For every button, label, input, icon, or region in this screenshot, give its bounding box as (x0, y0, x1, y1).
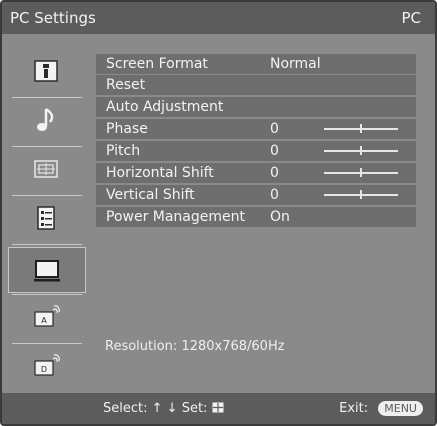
phase-slider[interactable] (324, 124, 398, 133)
sidebar-item-pc[interactable] (8, 247, 86, 293)
setting-row-power-management[interactable]: Power Management On (96, 207, 416, 227)
horizontal-shift-slider[interactable] (324, 168, 398, 177)
sidebar-divider (12, 294, 82, 295)
header-bar: PC Settings PC (2, 2, 435, 34)
svg-text:A: A (41, 316, 47, 325)
screen-adjust-icon (34, 160, 58, 178)
setting-value: On (270, 209, 290, 225)
slider-knob[interactable] (360, 190, 362, 199)
up-down-arrows-icon: ↑ ↓ (151, 401, 178, 416)
setting-row-phase[interactable]: Phase 0 (96, 119, 416, 139)
slider-knob[interactable] (360, 168, 362, 177)
pitch-slider[interactable] (324, 146, 398, 155)
sidebar-divider (12, 195, 82, 196)
footer-bar: Select: ↑ ↓ Set: Exit: MENU (2, 393, 435, 424)
sidebar-divider (12, 244, 82, 245)
sidebar-divider (12, 146, 82, 147)
slider-knob[interactable] (360, 146, 362, 155)
setting-value: 0 (270, 187, 279, 203)
list-settings-icon (37, 206, 55, 230)
sidebar-item-analog[interactable]: A (8, 296, 86, 338)
sidebar-divider (12, 343, 82, 344)
input-source-label: PC (401, 9, 421, 27)
music-note-icon (37, 107, 54, 131)
setting-label: Pitch (106, 143, 141, 159)
setting-label: Vertical Shift (106, 187, 195, 203)
page-title: PC Settings (10, 9, 96, 27)
setting-value: 0 (270, 143, 279, 159)
svg-text:D: D (41, 365, 47, 374)
vertical-shift-slider[interactable] (324, 190, 398, 199)
setting-value: Normal (270, 56, 321, 72)
sidebar-item-setup[interactable] (8, 197, 86, 239)
setting-row-auto-adjustment[interactable]: Auto Adjustment (96, 97, 416, 117)
setting-value: 0 (270, 165, 279, 181)
enter-button-icon (212, 402, 224, 413)
analog-antenna-icon: A (34, 305, 60, 327)
setting-row-horizontal-shift[interactable]: Horizontal Shift 0 (96, 163, 416, 183)
setting-label: Horizontal Shift (106, 165, 214, 181)
picture-settings-icon (34, 60, 58, 82)
setting-label: Auto Adjustment (106, 99, 224, 115)
resolution-info: Resolution: 1280x768/60Hz (105, 339, 285, 354)
menu-button[interactable]: MENU (378, 401, 423, 416)
sidebar-item-screen[interactable] (8, 148, 86, 190)
exit-hint: Exit: MENU (339, 401, 423, 416)
setting-label: Reset (106, 77, 146, 93)
exit-label: Exit: (339, 401, 369, 416)
sidebar-item-picture[interactable] (8, 50, 86, 92)
select-label: Select: (103, 401, 148, 416)
category-sidebar: A D (4, 36, 88, 389)
setting-value: 0 (270, 121, 279, 137)
setting-row-reset[interactable]: Reset (96, 75, 416, 95)
sidebar-item-digital[interactable]: D (8, 345, 86, 387)
sidebar-divider (12, 97, 82, 98)
setting-row-pitch[interactable]: Pitch 0 (96, 141, 416, 161)
set-label: Set: (181, 401, 208, 416)
setting-label: Phase (106, 121, 148, 137)
sidebar-item-sound[interactable] (8, 99, 86, 141)
setting-label: Power Management (106, 209, 246, 225)
digital-antenna-icon: D (34, 354, 60, 376)
setting-row-screen-format[interactable]: Screen Format Normal (96, 54, 416, 74)
slider-knob[interactable] (360, 124, 362, 133)
setting-row-vertical-shift[interactable]: Vertical Shift 0 (96, 185, 416, 205)
pc-monitor-icon (34, 260, 60, 282)
navigation-hint: Select: ↑ ↓ Set: (103, 401, 224, 416)
pc-settings-window: PC Settings PC A D Screen Format Normal … (0, 0, 437, 426)
setting-label: Screen Format (106, 56, 208, 72)
